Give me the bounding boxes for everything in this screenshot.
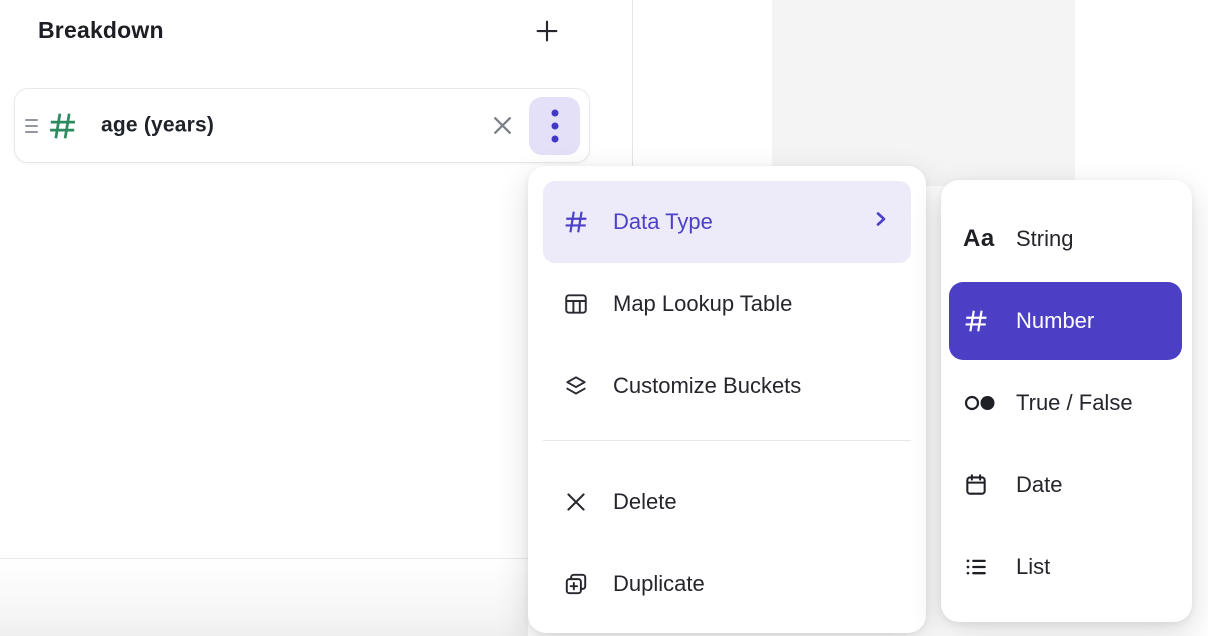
kebab-icon bbox=[550, 106, 560, 146]
text-aa-icon: Aa bbox=[963, 225, 999, 253]
x-icon bbox=[489, 112, 516, 139]
submenu-item-label: True / False bbox=[1016, 390, 1133, 416]
plus-icon bbox=[532, 16, 562, 46]
breakdown-editor: Breakdown age (years) bbox=[0, 0, 1208, 636]
menu-item-label: Delete bbox=[613, 489, 677, 515]
data-type-submenu: Aa String Number True / False bbox=[941, 180, 1192, 622]
submenu-item-date[interactable]: Date bbox=[949, 444, 1182, 526]
calendar-icon bbox=[963, 471, 999, 499]
add-breakdown-button[interactable] bbox=[530, 14, 564, 48]
chart-placeholder-panel bbox=[772, 0, 1075, 186]
menu-item-duplicate[interactable]: Duplicate bbox=[543, 543, 911, 625]
copy-plus-icon bbox=[563, 571, 589, 597]
stack-icon bbox=[563, 373, 589, 399]
submenu-item-true-false[interactable]: True / False bbox=[949, 362, 1182, 444]
menu-divider bbox=[543, 440, 911, 441]
number-type-hash-icon bbox=[47, 110, 78, 141]
drag-handle-icon[interactable] bbox=[22, 113, 41, 139]
panel-bottom-edge bbox=[0, 558, 528, 636]
submenu-item-number[interactable]: Number bbox=[949, 282, 1182, 360]
chevron-right-icon bbox=[873, 209, 889, 235]
submenu-item-label: String bbox=[1016, 226, 1073, 252]
menu-item-customize-buckets[interactable]: Customize Buckets bbox=[543, 345, 911, 427]
x-icon bbox=[563, 489, 589, 515]
breakdown-title: Breakdown bbox=[38, 17, 164, 44]
field-context-menu: Data Type Map Lookup Table bbox=[528, 166, 926, 633]
menu-item-label: Duplicate bbox=[613, 571, 705, 597]
menu-item-map-lookup-table[interactable]: Map Lookup Table bbox=[543, 263, 911, 345]
hash-icon bbox=[563, 209, 589, 235]
menu-item-label: Data Type bbox=[613, 209, 713, 235]
breakdown-field-row[interactable]: age (years) bbox=[14, 88, 590, 163]
submenu-item-label: Date bbox=[1016, 472, 1062, 498]
submenu-item-label: List bbox=[1016, 554, 1050, 580]
menu-item-label: Map Lookup Table bbox=[613, 291, 792, 317]
field-more-options-button[interactable] bbox=[529, 97, 580, 155]
submenu-item-list[interactable]: List bbox=[949, 526, 1182, 608]
boolean-circles-icon bbox=[963, 389, 999, 417]
submenu-item-string[interactable]: Aa String bbox=[949, 198, 1182, 280]
table-icon bbox=[563, 291, 589, 317]
menu-item-label: Customize Buckets bbox=[613, 373, 801, 399]
hash-icon bbox=[963, 307, 999, 335]
submenu-item-label: Number bbox=[1016, 308, 1094, 334]
field-label: age (years) bbox=[101, 113, 214, 137]
menu-item-data-type[interactable]: Data Type bbox=[543, 181, 911, 263]
menu-item-delete[interactable]: Delete bbox=[543, 461, 911, 543]
list-icon bbox=[963, 553, 999, 581]
panel-divider bbox=[632, 0, 633, 170]
remove-field-button[interactable] bbox=[483, 107, 521, 145]
